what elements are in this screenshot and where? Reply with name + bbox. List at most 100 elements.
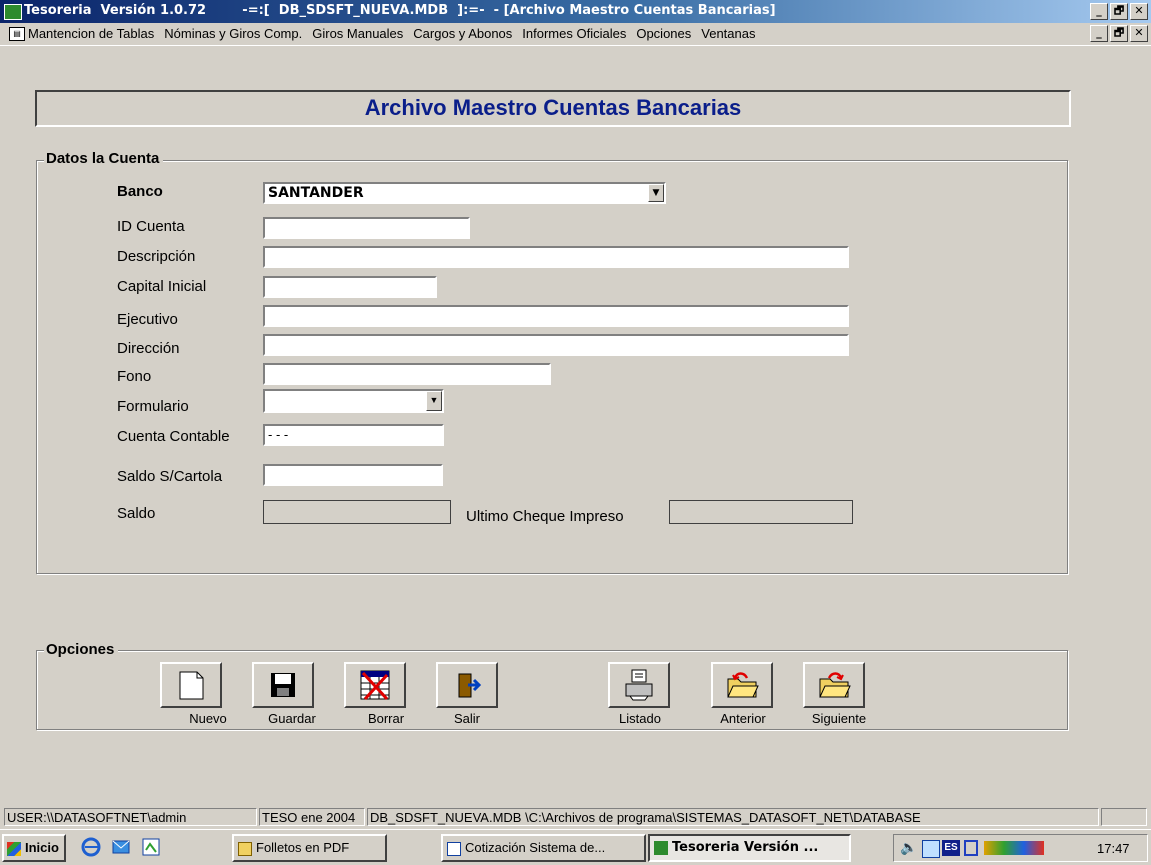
calendar-tray-icon[interactable] xyxy=(922,840,940,858)
tesoreria-app-icon xyxy=(654,840,668,855)
menu-cargos-abonos[interactable]: Cargos y Abonos xyxy=(413,26,512,41)
floppy-disk-icon xyxy=(271,673,295,697)
exit-door-icon xyxy=(458,673,482,698)
siguiente-button[interactable] xyxy=(803,662,865,708)
close-button[interactable]: ✕ xyxy=(1130,3,1148,20)
app-icon xyxy=(4,4,22,20)
siguiente-label: Siguiente xyxy=(811,711,867,726)
saldo-cartola-label: Saldo S/Cartola xyxy=(117,468,223,485)
saldo-field xyxy=(263,500,451,524)
descripcion-input[interactable] xyxy=(263,246,849,268)
fono-input[interactable] xyxy=(263,363,551,385)
window-title: Tesoreria Versión 1.0.72 -=:[ DB_SDSFT_N… xyxy=(24,3,776,18)
borrar-label: Borrar xyxy=(367,711,405,726)
descripcion-label: Descripción xyxy=(117,248,196,265)
formulario-select[interactable]: ▼ xyxy=(263,389,444,413)
saldo-cartola-input[interactable] xyxy=(263,464,443,486)
taskbar-item-cotizacion-label: Cotización Sistema de... xyxy=(465,840,606,855)
banco-select[interactable]: SANTANDER ▼ xyxy=(263,182,666,204)
id-cuenta-label: ID Cuenta xyxy=(117,218,185,235)
folder-next-icon xyxy=(819,672,851,698)
cuenta-contable-label: Cuenta Contable xyxy=(117,428,230,445)
folder-previous-icon xyxy=(727,672,759,698)
taskbar: Inicio Folletos en PDF Cotización Sistem… xyxy=(0,829,1151,865)
listado-label: Listado xyxy=(619,711,661,726)
banco-label: Banco xyxy=(117,183,163,200)
tray-app-icons[interactable] xyxy=(984,841,1044,855)
ejecutivo-label: Ejecutivo xyxy=(117,311,178,328)
window-controls: _ 🗗 ✕ xyxy=(1090,3,1148,20)
menu-opciones[interactable]: Opciones xyxy=(636,26,691,41)
child-restore-button[interactable]: 🗗 xyxy=(1110,25,1128,42)
show-desktop-icon[interactable] xyxy=(140,836,162,858)
windows-logo-icon xyxy=(7,841,21,856)
direccion-input[interactable] xyxy=(263,334,849,356)
ejecutivo-input[interactable] xyxy=(263,305,849,327)
listado-button[interactable] xyxy=(608,662,670,708)
banco-dropdown-icon[interactable]: ▼ xyxy=(648,184,664,202)
anterior-button[interactable] xyxy=(711,662,773,708)
borrar-button[interactable] xyxy=(344,662,406,708)
taskbar-item-tesoreria[interactable]: Tesoreria Versión ... xyxy=(648,834,851,862)
quick-launch xyxy=(80,836,162,858)
start-button[interactable]: Inicio xyxy=(2,834,66,862)
guardar-button[interactable] xyxy=(252,662,314,708)
ultimo-cheque-field xyxy=(669,500,853,524)
language-indicator[interactable]: ES xyxy=(942,840,960,856)
menu-bar: ▤ Mantencion de Tablas Nóminas y Giros C… xyxy=(0,23,1151,46)
direccion-label: Dirección xyxy=(117,340,180,357)
delete-table-icon xyxy=(360,670,390,701)
cuenta-contable-input[interactable]: - - - xyxy=(263,424,444,446)
ultimo-cheque-label: Ultimo Cheque Impreso xyxy=(466,508,624,525)
salir-button[interactable] xyxy=(436,662,498,708)
menu-ventanas[interactable]: Ventanas xyxy=(701,26,755,41)
menu-informes-oficiales[interactable]: Informes Oficiales xyxy=(522,26,626,41)
guardar-label: Guardar xyxy=(268,711,316,726)
internet-explorer-icon[interactable] xyxy=(80,836,102,858)
account-data-group-title: Datos la Cuenta xyxy=(44,150,164,167)
menu-nominas-giros[interactable]: Nóminas y Giros Comp. xyxy=(164,26,302,41)
system-tray: 🔈 ES 17:47 xyxy=(893,834,1148,862)
banco-value: SANTANDER xyxy=(268,185,364,201)
menu-mantencion-tablas[interactable]: Mantencion de Tablas xyxy=(28,26,154,41)
fono-label: Fono xyxy=(117,368,152,385)
taskbar-item-cotizacion[interactable]: Cotización Sistema de... xyxy=(441,834,646,862)
salir-label: Salir xyxy=(453,711,480,726)
word-document-icon xyxy=(447,841,461,856)
capital-inicial-label: Capital Inicial xyxy=(117,278,207,295)
options-group-title: Opciones xyxy=(44,641,119,658)
status-empty-panel xyxy=(1101,808,1147,826)
formulario-dropdown-icon[interactable]: ▼ xyxy=(426,391,442,411)
capital-inicial-input[interactable] xyxy=(263,276,437,298)
child-window-controls: _ 🗗 ✕ xyxy=(1090,25,1148,42)
start-label: Inicio xyxy=(25,840,59,855)
printer-icon xyxy=(625,669,653,701)
child-window-icon[interactable]: ▤ xyxy=(9,27,25,41)
taskbar-item-folletos[interactable]: Folletos en PDF xyxy=(232,834,387,862)
form-heading: Archivo Maestro Cuentas Bancarias xyxy=(364,95,742,120)
menu-giros-manuales[interactable]: Giros Manuales xyxy=(312,26,403,41)
volume-icon[interactable]: 🔈 xyxy=(900,839,917,856)
status-user: USER:\\DATASOFTNET\admin xyxy=(4,808,257,826)
maximize-button[interactable]: 🗗 xyxy=(1110,3,1128,20)
minimize-button[interactable]: _ xyxy=(1090,3,1108,20)
anterior-label: Anterior xyxy=(720,711,766,726)
child-close-button[interactable]: ✕ xyxy=(1130,25,1148,42)
taskbar-item-folletos-label: Folletos en PDF xyxy=(256,840,350,855)
formulario-label: Formulario xyxy=(117,398,189,415)
child-minimize-button[interactable]: _ xyxy=(1090,25,1108,42)
clock: 17:47 xyxy=(1097,841,1130,856)
status-database: DB_SDSFT_NUEVA.MDB \C:\Archivos de progr… xyxy=(367,808,1099,826)
nuevo-button[interactable] xyxy=(160,662,222,708)
saldo-label: Saldo xyxy=(117,505,156,522)
taskbar-item-tesoreria-label: Tesoreria Versión ... xyxy=(672,840,819,855)
id-cuenta-input[interactable] xyxy=(263,217,470,239)
new-document-icon xyxy=(179,671,204,700)
form-heading-banner: Archivo Maestro Cuentas Bancarias xyxy=(35,90,1071,127)
status-bar: USER:\\DATASOFTNET\admin TESO ene 2004 D… xyxy=(0,806,1151,828)
folder-icon xyxy=(238,841,252,856)
nuevo-label: Nuevo xyxy=(189,711,227,726)
antivirus-icon[interactable] xyxy=(964,840,978,856)
window-title-bar[interactable]: Tesoreria Versión 1.0.72 -=:[ DB_SDSFT_N… xyxy=(0,0,1151,23)
outlook-express-icon[interactable] xyxy=(110,836,132,858)
